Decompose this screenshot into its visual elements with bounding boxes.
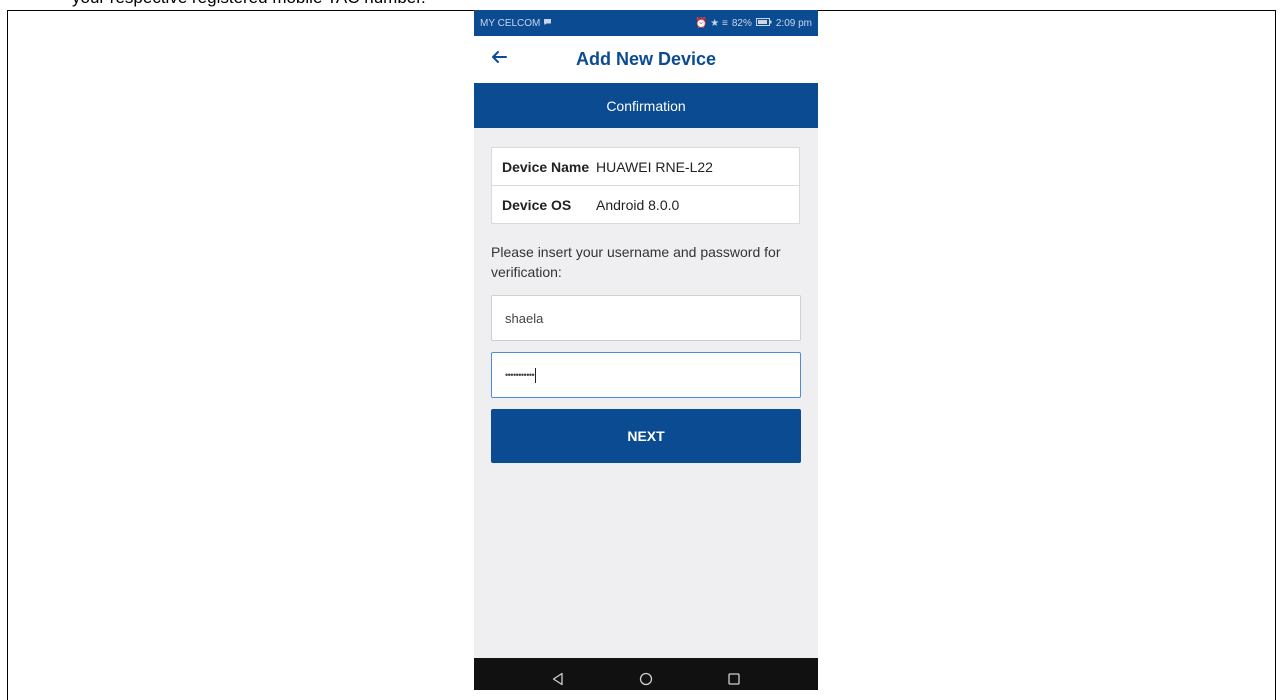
device-os-value: Android 8.0.0 bbox=[596, 196, 680, 213]
verification-prompt: Please insert your username and password… bbox=[491, 244, 781, 280]
device-name-label: Device Name bbox=[502, 158, 590, 175]
step-banner: Confirmation bbox=[474, 83, 818, 128]
password-value: ••••••••••• bbox=[505, 370, 535, 380]
nav-home-icon[interactable] bbox=[636, 669, 656, 689]
device-name-value: HUAWEI RNE-L22 bbox=[596, 158, 713, 175]
carrier-label: MY CELCOM bbox=[480, 17, 541, 29]
table-row: Device OS Android 8.0.0 bbox=[492, 185, 799, 223]
battery-percent: 82% bbox=[731, 17, 752, 29]
status-indicators-icon: ⏰ ★ ≡ bbox=[695, 17, 728, 29]
back-arrow-icon[interactable] bbox=[488, 48, 510, 70]
document-caption: your respective registered mobile TAC nu… bbox=[72, 0, 426, 8]
nav-recents-icon[interactable] bbox=[724, 669, 744, 689]
nav-back-icon[interactable] bbox=[548, 669, 568, 689]
text-caret bbox=[535, 367, 537, 383]
chat-bubble-icon bbox=[543, 18, 552, 29]
battery-icon bbox=[755, 17, 772, 29]
device-info-table: Device Name HUAWEI RNE-L22 Device OS And… bbox=[491, 147, 800, 224]
status-bar: MY CELCOM ⏰ ★ ≡ 82% 2:09 pm bbox=[474, 10, 818, 36]
system-nav-bar bbox=[474, 658, 818, 690]
username-input[interactable]: shaela bbox=[491, 295, 801, 341]
page-title: Add New Device bbox=[575, 49, 717, 69]
table-row: Device Name HUAWEI RNE-L22 bbox=[492, 148, 799, 185]
device-os-label: Device OS bbox=[502, 196, 572, 213]
next-button[interactable]: NEXT bbox=[491, 409, 801, 463]
clock: 2:09 pm bbox=[775, 17, 812, 29]
username-value: shaela bbox=[505, 310, 544, 326]
app-bar: Add New Device bbox=[474, 36, 818, 83]
phone-screen: MY CELCOM ⏰ ★ ≡ 82% 2:09 pm Add New Devi… bbox=[474, 10, 818, 690]
password-input[interactable]: ••••••••••• bbox=[491, 352, 801, 398]
